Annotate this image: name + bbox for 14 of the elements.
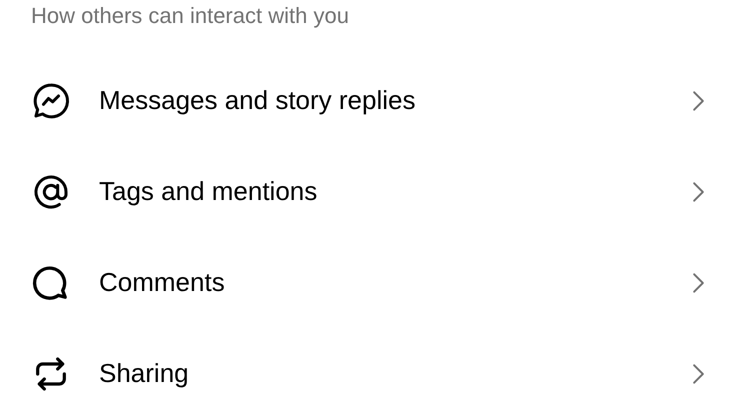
settings-item[interactable]: Messages and story replies — [0, 55, 739, 146]
settings-item[interactable]: Sharing — [0, 328, 739, 416]
chevron-right-icon — [692, 272, 705, 294]
chevron-right-icon — [692, 362, 705, 384]
settings-item[interactable]: Comments — [0, 237, 739, 328]
item-label: Comments — [99, 267, 226, 298]
item-label: Tags and mentions — [99, 176, 318, 207]
messenger-icon — [31, 80, 71, 120]
item-label: Sharing — [99, 358, 190, 389]
settings-item[interactable]: Tags and mentions — [0, 146, 739, 237]
chevron-right-icon — [692, 90, 705, 112]
item-label: Messages and story replies — [99, 85, 416, 116]
section-title: How others can interact with you — [30, 2, 350, 30]
chevron-right-icon — [692, 180, 705, 202]
